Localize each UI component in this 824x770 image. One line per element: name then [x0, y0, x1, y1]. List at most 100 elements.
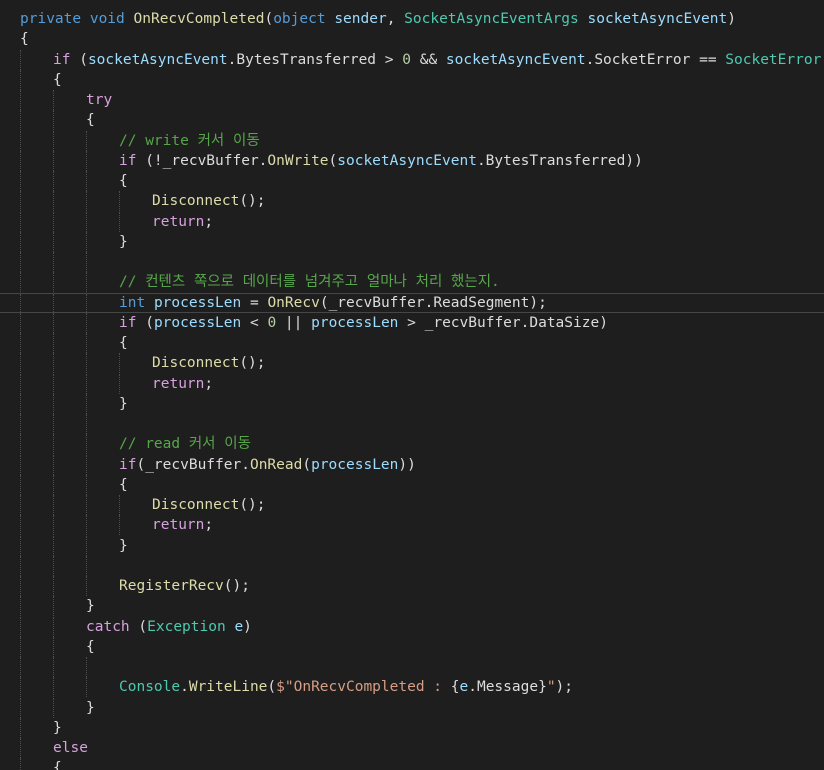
indent-guide: [86, 211, 87, 232]
code-line[interactable]: {: [0, 110, 824, 131]
indent-guide: [86, 293, 87, 314]
indent-guide: [86, 414, 87, 434]
code-line[interactable]: }: [0, 697, 824, 718]
code-token: (: [129, 618, 148, 635]
code-line-current[interactable]: int processLen = OnRecv(_recvBuffer.Read…: [0, 292, 824, 314]
code-line[interactable]: }: [0, 535, 824, 556]
code-token: socketAsyncEvent: [445, 51, 586, 68]
indent-guide: [86, 576, 87, 596]
code-line[interactable]: if (!_recvBuffer.OnWrite(socketAsyncEven…: [0, 150, 824, 171]
code-line[interactable]: if (processLen < 0 || processLen > _recv…: [0, 312, 824, 333]
code-line[interactable]: // 컨텐츠 쪽으로 데이터를 넘겨주고 얼마나 처리 했는지.: [0, 272, 824, 293]
code-token: processLen: [311, 456, 399, 473]
code-text: int processLen = OnRecv(_recvBuffer.Read…: [119, 294, 547, 312]
code-line[interactable]: RegisterRecv();: [0, 576, 824, 596]
code-line[interactable]: try: [0, 90, 824, 110]
code-line[interactable]: }: [0, 596, 824, 617]
indent-guide: [20, 312, 21, 333]
indent-guide: [86, 312, 87, 333]
indent-guide: [20, 474, 21, 495]
code-line[interactable]: return;: [0, 211, 824, 232]
code-line[interactable]: {: [0, 333, 824, 353]
indent-guide: [20, 211, 21, 232]
code-token: ,: [386, 11, 405, 27]
indent-guide: [86, 495, 87, 515]
indent-guide: [53, 657, 54, 677]
indent-guide: [20, 414, 21, 434]
code-line[interactable]: // write 커서 이동: [0, 130, 824, 151]
indent-guide: [86, 657, 87, 677]
code-token: .: [180, 679, 189, 696]
code-text: return;: [152, 212, 213, 232]
code-line[interactable]: Disconnect();: [0, 495, 824, 515]
code-token: processLen: [153, 294, 242, 311]
code-line[interactable]: private void OnRecvCompleted(object send…: [0, 9, 824, 29]
code-line[interactable]: }: [0, 717, 824, 738]
code-text: }: [119, 232, 128, 252]
code-token: if: [53, 51, 71, 68]
code-line[interactable]: catch (Exception e): [0, 616, 824, 637]
code-line[interactable]: }: [0, 393, 824, 414]
code-line[interactable]: Console.WriteLine($"OnRecvCompleted : {e…: [0, 677, 824, 698]
code-token: {: [119, 476, 128, 493]
code-editor[interactable]: private void OnRecvCompleted(object send…: [0, 0, 824, 770]
indent-guide: [86, 130, 87, 151]
indent-guide: [20, 495, 21, 515]
code-line[interactable]: [0, 414, 824, 434]
code-token: {: [86, 112, 95, 129]
code-line[interactable]: {: [0, 171, 824, 191]
indent-guide: [53, 535, 54, 556]
indent-guide: [53, 130, 54, 151]
code-text: }: [119, 536, 128, 556]
code-line[interactable]: {: [0, 29, 824, 49]
code-token: }: [86, 699, 95, 716]
code-line[interactable]: }: [0, 231, 824, 252]
code-line[interactable]: else: [0, 738, 824, 758]
indent-guide: [20, 434, 21, 455]
code-line[interactable]: {: [0, 474, 824, 495]
code-line[interactable]: [0, 555, 824, 576]
code-token: e: [234, 618, 244, 635]
indent-guide: [53, 90, 54, 110]
indent-guide: [53, 252, 54, 272]
code-line[interactable]: return;: [0, 373, 824, 394]
code-text: if (!_recvBuffer.OnWrite(socketAsyncEven…: [119, 151, 643, 171]
code-token: SocketError: [594, 51, 691, 68]
indent-guide: [86, 333, 87, 353]
code-line[interactable]: {: [0, 69, 824, 90]
code-line[interactable]: {: [0, 758, 824, 770]
code-line[interactable]: [0, 252, 824, 272]
code-token: ;: [204, 213, 214, 230]
indent-guide: [20, 454, 21, 475]
indent-guide: [20, 738, 21, 758]
indent-guide: [20, 252, 21, 272]
code-line[interactable]: if (socketAsyncEvent.BytesTransferred > …: [0, 49, 824, 70]
code-token: return: [152, 213, 205, 230]
code-token: try: [86, 92, 113, 108]
code-token: ();: [239, 355, 266, 372]
code-text: {: [119, 475, 128, 495]
code-text: {: [53, 758, 62, 770]
code-token: ||: [276, 314, 312, 331]
indent-guide: [53, 353, 54, 374]
code-line[interactable]: {: [0, 636, 824, 657]
code-line[interactable]: Disconnect();: [0, 191, 824, 212]
indent-guide: [20, 171, 21, 191]
code-line[interactable]: return;: [0, 515, 824, 536]
indent-guide: [20, 373, 21, 394]
code-text: catch (Exception e): [86, 617, 252, 637]
code-line[interactable]: [0, 657, 824, 677]
indent-guide: [53, 211, 54, 232]
indent-guide: [53, 171, 54, 191]
indent-guide: [53, 293, 54, 314]
indent-guide: [53, 231, 54, 252]
code-line[interactable]: // read 커서 이동: [0, 434, 824, 455]
code-text: }: [119, 394, 128, 414]
indent-guide: [20, 393, 21, 414]
code-line[interactable]: Disconnect();: [0, 353, 824, 374]
code-token: ": [546, 679, 556, 696]
indent-guide: [53, 393, 54, 414]
code-token: return: [152, 517, 205, 534]
code-line[interactable]: if(_recvBuffer.OnRead(processLen)): [0, 454, 824, 475]
indent-guide: [86, 434, 87, 455]
